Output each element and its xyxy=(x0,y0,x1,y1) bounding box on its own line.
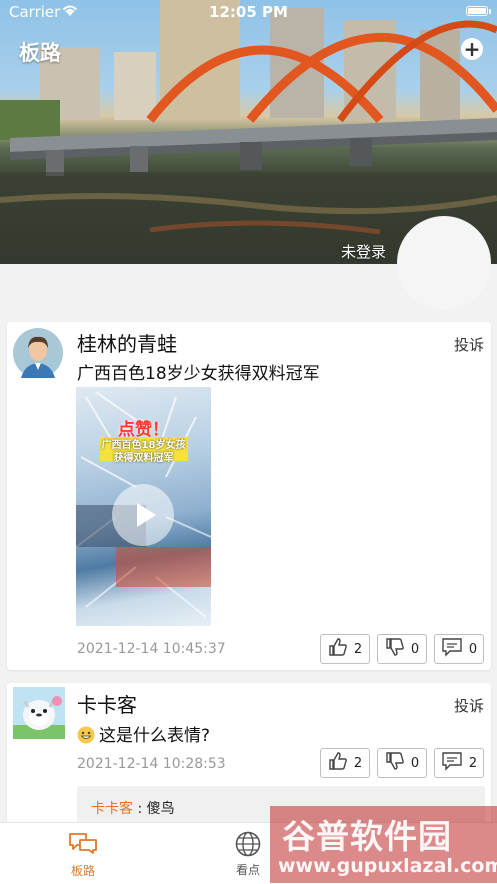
like-count: 2 xyxy=(353,641,363,657)
report-button[interactable]: 投诉 xyxy=(454,334,484,355)
like-button[interactable]: 2 xyxy=(320,634,370,664)
post-username[interactable]: 桂林的青蛙 xyxy=(77,328,177,357)
dislike-count: 0 xyxy=(410,755,420,771)
battery-icon xyxy=(466,6,488,16)
tab-label: 看点 xyxy=(235,863,260,877)
post-avatar[interactable] xyxy=(13,687,65,739)
reply-author[interactable]: 卡卡客 xyxy=(91,801,133,817)
tab-kandian[interactable]: 看点 xyxy=(218,831,278,878)
plus-icon: + xyxy=(463,36,481,61)
post-text: 这是什么表情? xyxy=(99,726,211,746)
post-content: 这是什么表情? xyxy=(77,721,210,749)
thumbs-up-icon xyxy=(328,637,348,661)
comment-button[interactable]: 2 xyxy=(434,748,484,778)
thumbs-up-icon xyxy=(328,751,348,775)
grin-emoji-icon xyxy=(77,726,95,749)
thumbs-down-icon xyxy=(385,751,405,775)
post-timestamp: 2021-12-14 10:45:37 xyxy=(77,641,226,657)
login-status-label[interactable]: 未登录 xyxy=(341,241,386,262)
dislike-button[interactable]: 0 xyxy=(377,748,427,778)
comment-icon xyxy=(441,751,463,775)
tab-banlu[interactable]: 板路 xyxy=(53,831,113,879)
globe-icon xyxy=(235,831,261,861)
comment-count: 0 xyxy=(468,641,478,657)
reply-text: 傻鸟 xyxy=(146,801,175,817)
watermark-title: 谷普软件园 xyxy=(282,817,452,856)
status-bar: Carrier 12:05 PM xyxy=(0,0,497,26)
user-avatar-button[interactable] xyxy=(397,216,491,310)
post-timestamp: 2021-12-14 10:28:53 xyxy=(77,756,226,772)
add-post-button[interactable]: + xyxy=(461,38,483,60)
comment-count: 2 xyxy=(468,755,478,771)
page-title: 板路 xyxy=(19,41,61,65)
dislike-count: 0 xyxy=(410,641,420,657)
watermark-url: www.gupuxlazal.com xyxy=(278,855,497,877)
like-button[interactable]: 2 xyxy=(320,748,370,778)
battery-tip xyxy=(489,9,491,14)
like-count: 2 xyxy=(353,755,363,771)
tab-label: 板路 xyxy=(70,864,95,878)
video-headline-line2: 获得双料冠军 xyxy=(113,453,174,464)
reply-separator: : xyxy=(133,801,147,817)
watermark: 谷普软件园 www.gupuxlazal.com xyxy=(270,806,497,883)
status-time: 12:05 PM xyxy=(209,3,288,21)
post-card: 桂林的青蛙 投诉 广西百色18岁少女获得双料冠军 点赞！ 广西百色18岁女孩 获… xyxy=(7,322,491,670)
post-video-thumbnail[interactable]: 点赞！ 广西百色18岁女孩 获得双料冠军 xyxy=(76,387,211,626)
post-username[interactable]: 卡卡客 xyxy=(77,689,137,718)
post-avatar[interactable] xyxy=(13,328,63,378)
post-content: 广西百色18岁少女获得双料冠军 xyxy=(77,364,320,384)
chat-bubbles-icon xyxy=(67,833,99,859)
dislike-button[interactable]: 0 xyxy=(377,634,427,664)
comment-button[interactable]: 0 xyxy=(434,634,484,664)
report-button[interactable]: 投诉 xyxy=(454,695,484,716)
thumbs-down-icon xyxy=(385,637,405,661)
play-icon[interactable] xyxy=(112,484,174,546)
comment-icon xyxy=(441,637,463,661)
